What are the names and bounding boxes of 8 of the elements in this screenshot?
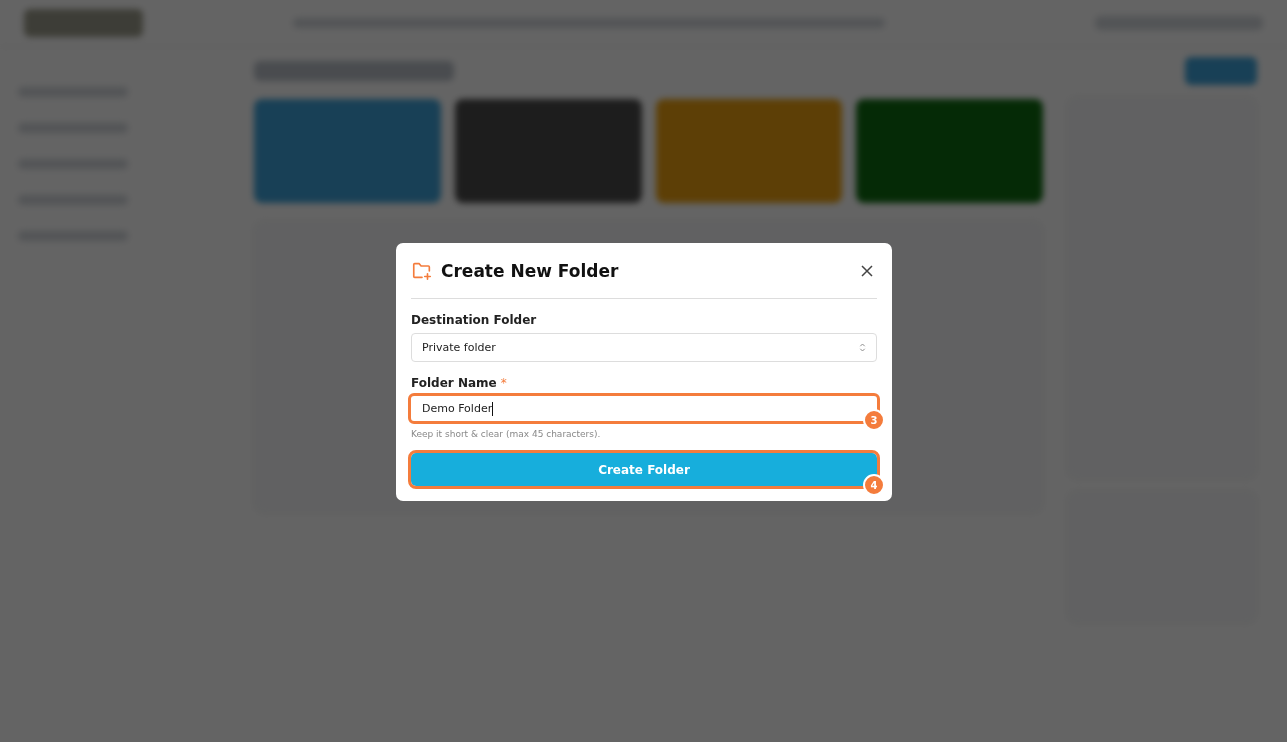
field-label: Destination Folder	[411, 313, 538, 327]
up-down-chevron-icon	[859, 342, 866, 353]
field-label: Folder Name *	[411, 376, 508, 390]
step-number-badge: 3	[863, 409, 885, 431]
field-hint: Keep it short & clear (max 45 characters).	[411, 429, 602, 439]
destination-select[interactable]: Private folder	[411, 333, 877, 362]
dialog-title: Create New Folder	[441, 260, 620, 281]
step-number-badge: 4	[863, 474, 885, 496]
